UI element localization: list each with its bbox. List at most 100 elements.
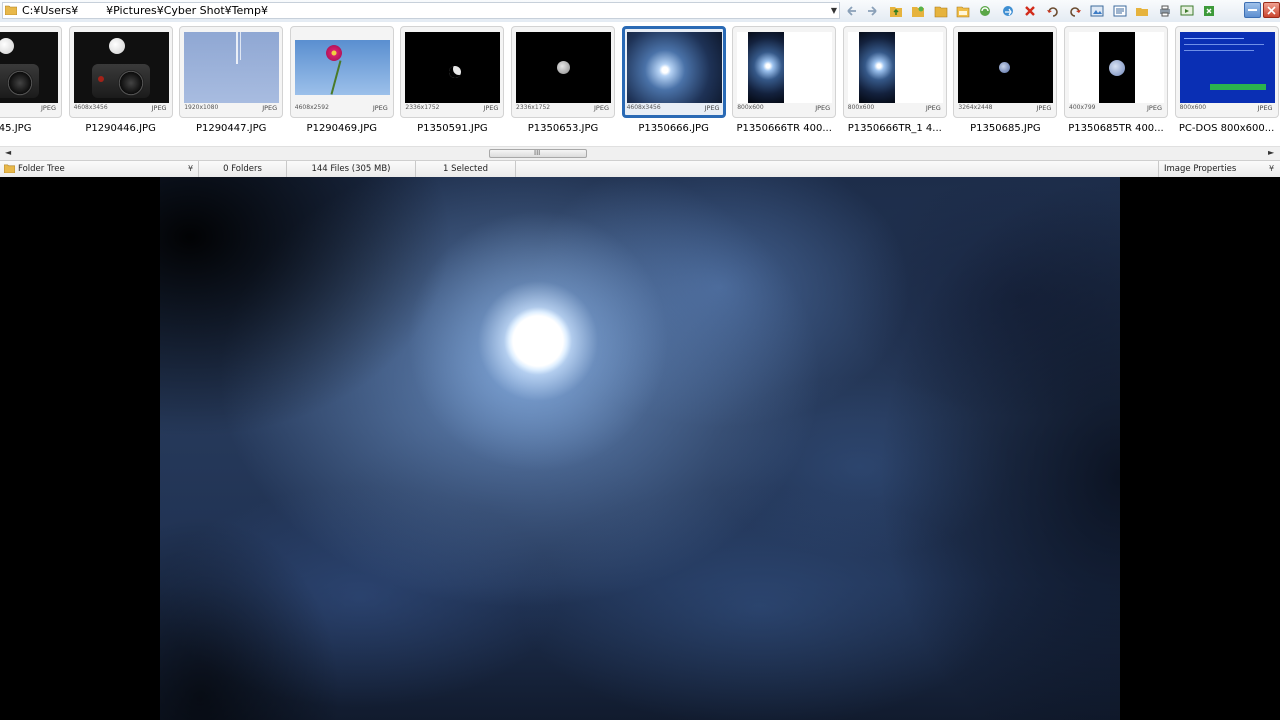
folder-icon <box>5 5 17 15</box>
thumbnail-frame: 2336x1752 JPEG <box>511 26 615 118</box>
thumbnail-dimensions: 1920x1080 <box>184 104 219 111</box>
up-folder-button[interactable] <box>887 2 905 19</box>
folder-small-button[interactable] <box>1133 2 1151 19</box>
chevron-down-icon[interactable]: ¥ <box>188 161 193 177</box>
thumbnail-filename: P1350591.JPG <box>417 123 488 134</box>
close-button[interactable] <box>1263 2 1280 18</box>
thumbnail-image <box>847 32 943 103</box>
thumbnail-filename: P1350685TR 400... <box>1068 123 1164 134</box>
back-arrow-button[interactable] <box>842 2 860 19</box>
thumbnail-frame: 4608x3456 JPEG <box>621 26 726 118</box>
thumbnail-filename: P1290447.JPG <box>195 123 267 134</box>
rotate-right-icon <box>1070 6 1081 17</box>
thumbnail-frame: 3264x2448 JPEG <box>953 26 1058 118</box>
properties-button[interactable] <box>1111 2 1129 19</box>
scrollbar-grip: III <box>534 149 541 157</box>
minimize-icon <box>1248 8 1257 11</box>
thumbnail-filename: P1350666.JPG <box>638 123 709 134</box>
thumbnail-frame: 800x600 JPEG <box>1174 26 1279 118</box>
thumbnail-frame: 1920x1080 JPEG <box>179 26 284 118</box>
files-count: 144 Files (305 MB) <box>287 161 416 177</box>
chevron-down-icon[interactable]: ¥ <box>1269 161 1274 177</box>
folder-open-button[interactable] <box>954 2 972 19</box>
thumbnail-frame: 2336x1752 JPEG <box>400 26 505 118</box>
thumbnail-item[interactable]: 800x600 JPEG P1350666TR 400... <box>732 26 837 138</box>
address-bar: C:¥Users¥ ¥Pictures¥Cyber Shot¥Temp¥ ▼ <box>0 0 1280 23</box>
thumbnail-image <box>737 32 833 103</box>
thumbnail-item[interactable]: 4608x3456 JPEG P1290446.JPG <box>68 26 173 138</box>
image-edit-button[interactable] <box>1088 2 1106 19</box>
folder-icon <box>4 164 15 173</box>
thumbnail-image <box>958 32 1054 103</box>
forward-arrow-button[interactable] <box>864 2 882 19</box>
thumbnail-item[interactable]: 4608x2592 JPEG P1290469.JPG <box>289 26 394 138</box>
sync-button[interactable] <box>999 2 1017 19</box>
thumbnail-filename: P1350685.JPG <box>970 123 1041 134</box>
thumbnail-dimensions: 4608x3456 <box>626 104 661 111</box>
thumbnail-filename: PC-DOS 800x600... <box>1178 123 1275 134</box>
thumbnail-type: JPEG <box>704 104 720 112</box>
thumbnail-dimensions: 4608x2592 <box>294 104 329 111</box>
thumbnail-item[interactable]: JPEG)445.JPG <box>0 26 62 138</box>
thumbnail-image <box>516 32 611 103</box>
thumbnail-image <box>0 32 58 103</box>
thumbnail-type: JPEG <box>151 104 167 112</box>
scroll-left-icon[interactable]: ◄ <box>5 148 11 157</box>
close-icon <box>1267 5 1276 15</box>
thumbnail-filename: P1290446.JPG <box>85 123 156 134</box>
thumbnail-item[interactable]: 400x799 JPEG P1350685TR 400... <box>1064 26 1168 138</box>
thumbnail-image <box>1179 32 1275 103</box>
thumbnail-type: JPEG <box>1257 104 1273 112</box>
thumbnail-filename: P1350666TR 400... <box>736 123 832 134</box>
slideshow-button[interactable] <box>1178 2 1196 19</box>
refresh-icon <box>980 5 991 16</box>
thumbnail-type: JPEG <box>483 104 499 112</box>
thumbnail-scrollbar[interactable]: ◄ III ► <box>0 146 1280 160</box>
thumbnail-item[interactable]: 4608x3456 JPEG P1350666.JPG <box>621 26 726 138</box>
thumbnail-item[interactable]: 3264x2448 JPEG P1350685.JPG <box>953 26 1058 138</box>
thumbnail-type: JPEG <box>1147 104 1162 112</box>
back-arrow-icon <box>847 5 856 16</box>
exit-icon <box>1204 5 1215 16</box>
thumbnail-dimensions: 800x600 <box>737 104 764 111</box>
refresh-button[interactable] <box>976 2 994 19</box>
rotate-right-button[interactable] <box>1066 2 1084 19</box>
address-dropdown-icon[interactable]: ▼ <box>831 4 837 18</box>
preview-image <box>160 177 1120 720</box>
scroll-right-icon[interactable]: ► <box>1268 148 1274 157</box>
image-preview-area[interactable] <box>0 177 1280 720</box>
image-edit-icon <box>1090 5 1104 16</box>
delete-button[interactable] <box>1021 2 1039 19</box>
folders-count: 0 Folders <box>199 161 287 177</box>
forward-arrow-icon <box>868 5 878 16</box>
image-properties-pane-header[interactable]: Image Properties ¥ <box>1158 161 1280 177</box>
preview-image-shading <box>160 177 1120 720</box>
rotate-left-button[interactable] <box>1044 2 1062 19</box>
thumbnail-type: JPEG <box>1036 104 1052 112</box>
folder-button[interactable] <box>932 2 950 19</box>
thumbnail-frame: 400x799 JPEG <box>1064 26 1168 118</box>
delete-icon <box>1025 5 1036 16</box>
thumbnail-item[interactable]: 2336x1752 JPEG P1350591.JPG <box>400 26 505 138</box>
thumbnail-type: JPEG <box>594 104 609 112</box>
address-path: C:¥Users¥ ¥Pictures¥Cyber Shot¥Temp¥ <box>22 4 268 17</box>
thumbnail-image <box>626 32 722 103</box>
minimize-button[interactable] <box>1244 2 1261 18</box>
thumbnail-item[interactable]: 1920x1080 JPEG P1290447.JPG <box>179 26 284 138</box>
exit-button[interactable] <box>1200 2 1218 19</box>
thumbnail-frame: 4608x2592 JPEG <box>289 26 394 118</box>
thumbnail-item[interactable]: 800x600 JPEG PC-DOS 800x600... <box>1174 26 1279 138</box>
thumbnail-item[interactable]: 800x600 JPEG P1350666TR_1 4... <box>842 26 947 138</box>
address-field[interactable]: C:¥Users¥ ¥Pictures¥Cyber Shot¥Temp¥ ▼ <box>2 2 840 19</box>
folder-tree-pane-header[interactable]: Folder Tree ¥ <box>0 161 199 177</box>
thumbnail-dimensions: 800x600 <box>1179 104 1207 111</box>
new-folder-button[interactable] <box>909 2 927 19</box>
thumbnail-strip[interactable]: JPEG)445.JPG 4608x3456 JPEG P1290446.JPG 192… <box>0 22 1280 146</box>
slideshow-icon <box>1180 5 1194 15</box>
up-folder-icon <box>889 6 902 17</box>
print-button[interactable] <box>1156 2 1174 19</box>
thumbnail-item[interactable]: 2336x1752 JPEG P1350653.JPG <box>511 26 615 138</box>
scrollbar-thumb[interactable]: III <box>489 149 587 158</box>
thumbnail-image <box>405 32 501 103</box>
thumbnail-type: JPEG <box>372 104 388 112</box>
